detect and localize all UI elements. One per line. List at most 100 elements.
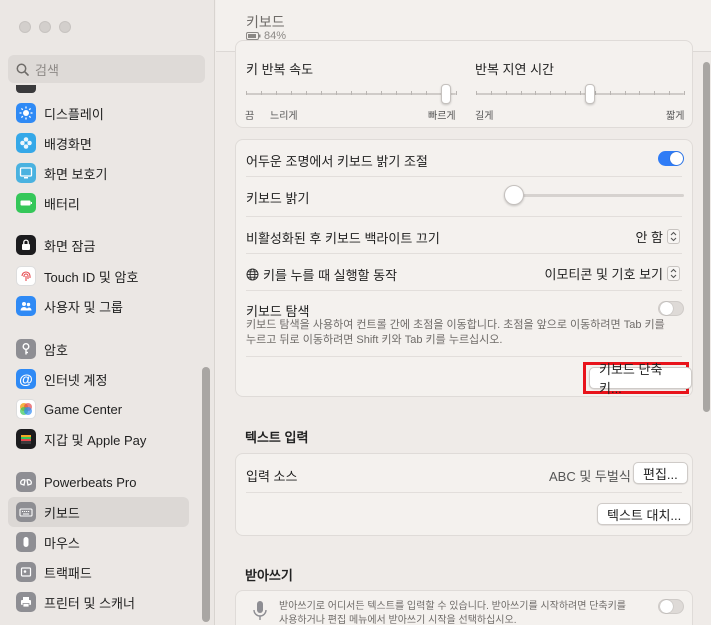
globe-key-popup[interactable]: 이모티콘 및 기호 보기 [545, 264, 680, 283]
sidebar-item-label: 지갑 및 Apple Pay [44, 432, 147, 448]
sidebar-item-label: 트랙패드 [44, 565, 92, 581]
edit-input-sources-button[interactable]: 편집... [633, 462, 688, 484]
input-sources-value: ABC 및 두벌식 [549, 469, 631, 484]
delay-slider-thumb[interactable] [585, 84, 596, 104]
slider-tick [520, 91, 522, 95]
sidebar-item-label: 화면 잠금 [44, 238, 96, 254]
sidebar-item-powerbeats[interactable]: Powerbeats Pro [8, 467, 189, 497]
keyboard-brightness-label: 키보드 밝기 [246, 191, 310, 206]
users-icon [16, 296, 36, 316]
sidebar-item-battery[interactable]: 배터리 [8, 188, 189, 218]
globe-key-value: 이모티콘 및 기호 보기 [544, 267, 663, 282]
sidebar-item-printers[interactable]: 프린터 및 스캐너 [8, 587, 189, 617]
globe-key-label: 키를 누를 때 실행할 동작 [263, 268, 398, 283]
slider-tick [639, 91, 641, 95]
search-input[interactable]: 검색 [35, 60, 59, 79]
slider-tick [580, 91, 581, 95]
text-replacements-button[interactable]: 텍스트 대치... [597, 503, 692, 525]
slider-tick [291, 91, 292, 95]
slider-tick [490, 91, 492, 95]
sidebar-item-touch-id[interactable]: Touch ID 및 암호 [8, 261, 189, 291]
sidebar-item-label: 배경화면 [44, 136, 92, 152]
backlight-off-popup[interactable]: 안 함 [635, 227, 680, 246]
backlight-off-value: 안 함 [635, 230, 663, 245]
sidebar-item-label: Powerbeats Pro [44, 474, 137, 490]
close-window-button[interactable] [19, 21, 31, 33]
microphone-icon [253, 601, 267, 620]
sidebar-item-label: Game Center [44, 401, 123, 417]
sidebar-item-label: 사용자 및 그룹 [44, 299, 123, 315]
main-pane: 키보드 84% 키 반복 속도 반복 지연 시간 끔 느리게 빠르게 길게 짧게… [216, 0, 711, 625]
sidebar-item-display[interactable]: 디스플레이 [8, 98, 189, 128]
sidebar-item-game-center[interactable]: Game Center [8, 394, 189, 424]
sidebar-item-label: 키보드 [44, 505, 80, 521]
screensaver-icon [16, 163, 36, 183]
sidebar-item-wallet[interactable]: 지갑 및 Apple Pay [8, 424, 189, 454]
slider-tick [654, 91, 656, 95]
page-title: 키보드 [246, 14, 285, 30]
sidebar-item-label: 화면 보호기 [44, 166, 108, 182]
slider-tick [276, 91, 277, 95]
delay-short-label: 짧게 [666, 111, 685, 122]
slider-tick [609, 91, 611, 95]
rate-fast-label: 빠르게 [428, 111, 456, 122]
keyboard-navigation-desc-2: 누르고 뒤로 이동하려면 Shift 키와 Tab 키를 누르십시오. [246, 334, 503, 346]
sidebar-item-label: Touch ID 및 암호 [44, 269, 139, 285]
search-field[interactable]: 검색 [8, 55, 205, 83]
wallet-icon [16, 429, 36, 449]
battery-level-icon [246, 32, 261, 40]
keyboard-navigation-toggle[interactable] [658, 301, 684, 316]
sidebar-item-internet-accounts[interactable]: @ 인터넷 계정 [8, 364, 189, 394]
text-input-section-title: 텍스트 입력 [245, 430, 309, 445]
key-icon [16, 339, 36, 359]
sidebar-item-users[interactable]: 사용자 및 그룹 [8, 291, 189, 321]
slider-tick [426, 91, 427, 95]
sidebar: 검색 디스플레이 배경화면 화면 보호기 배터리 화면 잠금 Touch ID … [0, 0, 215, 625]
chevron-updown-icon [667, 229, 680, 244]
chevron-updown-icon [667, 266, 680, 281]
slider-tick [411, 91, 412, 95]
slider-tick [396, 91, 397, 95]
fingerprint-icon [16, 266, 36, 286]
sidebar-item-label: 인터넷 계정 [44, 372, 108, 388]
sidebar-item-passwords[interactable]: 암호 [8, 334, 189, 364]
battery-icon [16, 193, 36, 213]
slider-tick [684, 91, 685, 95]
slider-tick [366, 91, 367, 95]
zoom-window-button[interactable] [59, 21, 71, 33]
sidebar-item-keyboard[interactable]: 키보드 [8, 497, 189, 527]
sidebar-item-mouse[interactable]: 마우스 [8, 527, 189, 557]
main-scrollbar[interactable] [703, 62, 710, 412]
keyboard-shortcuts-button[interactable]: 키보드 단축키... [589, 362, 692, 396]
partial-item-icon [16, 85, 36, 93]
backlight-off-label: 비활성화된 후 키보드 백라이트 끄기 [246, 231, 440, 246]
slider-tick [624, 91, 626, 95]
slider-tick [246, 91, 247, 95]
dictation-desc-1: 받아쓰기로 어디서든 텍스트를 입력할 수 있습니다. 받아쓰기를 시작하려면 … [279, 601, 627, 612]
gamecenter-icon [16, 399, 36, 419]
sidebar-item-trackpad[interactable]: 트랙패드 [8, 557, 189, 587]
slider-tick [306, 91, 307, 95]
slider-tick [669, 91, 671, 95]
sidebar-scrollbar[interactable] [202, 367, 210, 622]
minimize-window-button[interactable] [39, 21, 51, 33]
repeat-delay-label: 반복 지연 시간 [475, 62, 554, 77]
rate-slider-thumb[interactable] [440, 84, 451, 104]
keyboard-settings-card: 어두운 조명에서 키보드 밝기 조절 키보드 밝기 비활성화된 후 키보드 백라… [235, 139, 693, 397]
ambient-brightness-toggle[interactable] [658, 151, 684, 166]
dictation-toggle[interactable] [658, 599, 684, 614]
sidebar-item-wallpaper[interactable]: 배경화면 [8, 128, 189, 158]
delay-long-label: 길게 [475, 111, 494, 122]
brightness-slider-knob[interactable] [504, 185, 524, 205]
wallpaper-icon [16, 133, 36, 153]
slider-tick [381, 91, 382, 95]
sidebar-item-lock-screen[interactable]: 화면 잠금 [8, 230, 189, 260]
slider-tick [336, 91, 337, 95]
search-icon [16, 63, 29, 76]
keyboard-navigation-desc-1: 키보드 탐색을 사용하여 컨트롤 간에 초점을 이동합니다. 초점을 앞으로 이… [246, 319, 665, 331]
sidebar-item-screensaver[interactable]: 화면 보호기 [8, 158, 189, 188]
sidebar-item-label: 암호 [44, 342, 68, 358]
slider-tick [321, 91, 322, 95]
globe-icon [246, 268, 259, 281]
mouse-icon [16, 532, 36, 552]
